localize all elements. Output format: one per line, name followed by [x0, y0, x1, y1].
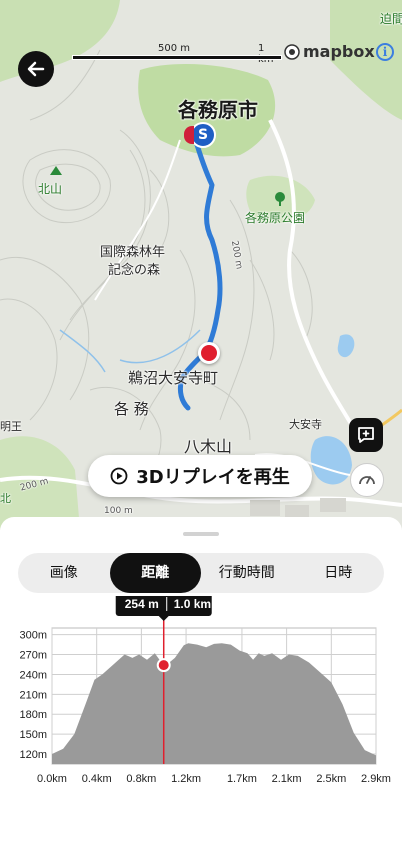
tab-duration[interactable]: 行動時間 [201, 553, 293, 593]
tab-image[interactable]: 画像 [18, 553, 110, 593]
x-tick-label: 0.0km [37, 773, 67, 785]
elevation-area [52, 643, 376, 764]
x-axis-ticks: 0.0km 0.4km 0.8km 1.2km 1.7km 2.1km 2.5km 2.9km [37, 773, 391, 785]
bottom-sheet: 画像 距離 行動時間 日時 0.0km 0.4km 0.8km 1.2km 1.7km 2… [0, 517, 402, 850]
yakiyama-label: 八木山 [184, 437, 233, 456]
town-label: 鵜沼大安寺町 [128, 369, 219, 387]
scale-bar [72, 55, 282, 60]
x-tick-label: 0.4km [82, 773, 112, 785]
speedometer-button[interactable] [350, 463, 384, 497]
info-icon[interactable]: i [376, 43, 394, 61]
y-tick-label: 270m [19, 650, 47, 662]
3d-replay-button[interactable]: 3Dリプレイを再生 [88, 455, 312, 497]
add-annotation-button[interactable] [349, 418, 383, 452]
contour-label: 100 m [104, 506, 133, 516]
map-view[interactable]: 各務原市 北山 各務原公園 国際森林年 記念の森 鵜沼大安寺町 各 務 八木山 … [0, 0, 402, 530]
x-tick-label: 2.1km [272, 773, 302, 785]
replay-label: 3Dリプレイを再生 [136, 467, 290, 488]
cursor-dot[interactable] [156, 658, 171, 673]
forest-label-line1: 国際森林年 [100, 245, 166, 260]
tab-distance[interactable]: 距離 [109, 553, 201, 593]
x-tick-label: 2.5km [316, 773, 346, 785]
arrow-left-icon [27, 61, 45, 77]
mapbox-wordmark: mapbox [303, 42, 375, 61]
tab-datetime[interactable]: 日時 [293, 553, 385, 593]
tooltip-elevation: 254 m [125, 597, 159, 611]
district-label: 各 務 [114, 400, 149, 418]
play-icon [110, 467, 128, 485]
x-tick-label: 0.8km [126, 773, 156, 785]
segmented-tabs: 画像 距離 行動時間 日時 [18, 553, 384, 593]
speedometer-icon [359, 476, 375, 485]
y-tick-label: 240m [19, 669, 47, 681]
x-tick-label: 1.7km [227, 773, 257, 785]
y-tick-label: 300m [19, 630, 47, 642]
myoo-label: 明王 [0, 420, 22, 433]
scale-label-500: 500 m [158, 43, 191, 54]
hasama-label: 迫間 [380, 12, 402, 26]
y-tick-label: 180m [19, 709, 47, 721]
x-tick-label: 1.2km [171, 773, 201, 785]
mapbox-icon [284, 43, 300, 60]
map-scale: 500 m 1 km [72, 43, 282, 65]
back-button[interactable] [18, 51, 54, 87]
tooltip-distance: 1.0 km [174, 597, 211, 611]
park-label: 各務原公園 [245, 211, 306, 225]
city-label: 各務原市 [178, 98, 258, 122]
y-axis-ticks: 300m 270m 240m 210m 180m 150m 120m [19, 630, 47, 761]
forest-label-line2: 記念の森 [108, 263, 161, 278]
elevation-tooltip: 254 m 1.0 km [115, 596, 212, 621]
mountain-label: 北山 [38, 182, 63, 196]
north-label: 北 [0, 492, 11, 505]
end-marker [184, 126, 194, 144]
elevation-chart[interactable]: 0.0km 0.4km 0.8km 1.2km 1.7km 2.1km 2.5km 2.9km… [0, 596, 402, 796]
x-tick-label: 2.9km [361, 773, 391, 785]
add-comment-icon [358, 427, 374, 443]
drag-handle[interactable] [183, 532, 219, 536]
y-tick-label: 120m [19, 749, 47, 761]
scale-label-1k: 1 km [258, 43, 274, 65]
position-marker [198, 342, 220, 364]
mapbox-logo[interactable]: mapbox [284, 42, 375, 61]
daianji-label: 大安寺 [289, 418, 322, 431]
y-tick-label: 150m [19, 729, 47, 741]
y-tick-label: 210m [19, 689, 47, 701]
